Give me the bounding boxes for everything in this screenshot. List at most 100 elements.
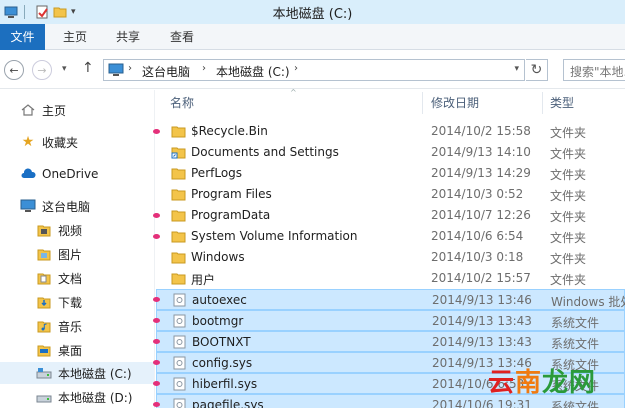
tab-share[interactable]: 共享 (116, 24, 140, 50)
column-header-name[interactable]: 名称 (170, 90, 194, 116)
file-date: 2014/9/13 13:43 (432, 314, 532, 328)
folder-icon (171, 126, 186, 138)
back-button[interactable]: ← (4, 60, 24, 80)
cloud-icon (20, 166, 36, 182)
nav-item-label: 文档 (58, 271, 83, 286)
annotation-marker (153, 213, 160, 218)
file-type: 系统文件 (551, 337, 600, 351)
table-row[interactable]: BOOTNXT 2014/9/13 13:43 系统文件 (156, 331, 625, 352)
nav-item-music[interactable]: 音乐 (0, 315, 154, 337)
nav-item-documents[interactable]: 文档 (0, 267, 154, 289)
file-date: 2014/10/6 19:31 (432, 398, 532, 408)
table-row[interactable]: Windows 2014/10/3 0:18 文件夹 (156, 247, 625, 268)
table-row[interactable]: Program Files 2014/10/3 0:52 文件夹 (156, 184, 625, 205)
downloads-folder-icon (36, 294, 52, 310)
nav-item-favorites[interactable]: ★ 收藏夹 (0, 131, 154, 153)
nav-item-pictures[interactable]: 图片 (0, 243, 154, 265)
table-row[interactable]: bootmgr 2014/9/13 13:43 系统文件 (156, 310, 625, 331)
nav-item-label: 收藏夹 (42, 135, 79, 150)
forward-button[interactable]: → (32, 60, 52, 80)
file-date: 2014/9/13 14:29 (431, 166, 531, 180)
breadcrumb-local-disk-c[interactable]: 本地磁盘 (C:) (216, 63, 290, 80)
nav-item-label: 桌面 (58, 343, 83, 358)
file-type: 文件夹 (550, 147, 587, 161)
folder-icon (171, 231, 186, 243)
file-name: autoexec (192, 293, 247, 307)
new-folder-icon[interactable] (53, 5, 67, 19)
nav-item-desktop[interactable]: 桌面 (0, 339, 154, 361)
table-row[interactable]: $Recycle.Bin 2014/10/2 15:58 文件夹 (156, 121, 625, 142)
ribbon-tabs: 文件 主页 共享 查看 (0, 24, 625, 50)
computer-icon[interactable] (4, 5, 18, 19)
title-bar: ▾ 本地磁盘 (C:) (0, 0, 625, 24)
file-name: bootmgr (192, 314, 244, 328)
annotation-marker (153, 234, 160, 239)
search-input[interactable]: 搜索"本地... (563, 59, 625, 81)
table-row[interactable]: PerfLogs 2014/9/13 14:29 文件夹 (156, 163, 625, 184)
table-row[interactable]: ProgramData 2014/10/7 12:26 文件夹 (156, 205, 625, 226)
column-divider[interactable] (542, 92, 543, 114)
file-type: 文件夹 (550, 210, 587, 224)
table-row[interactable]: autoexec 2014/9/13 13:46 Windows 批处 (156, 289, 625, 310)
breadcrumb-arrow-icon[interactable]: › (294, 63, 298, 74)
file-type: 系统文件 (551, 400, 600, 408)
navigation-pane: 主页 ★ 收藏夹 OneDrive 这台电脑 视频 图片 文档 下载 音乐 桌面… (0, 90, 155, 408)
file-name: Documents and Settings (191, 145, 339, 159)
file-name: pagefile.sys (192, 398, 264, 408)
customize-toolbar-icon[interactable]: ▾ (71, 7, 76, 17)
toolbar-divider (24, 5, 25, 19)
tab-home[interactable]: 主页 (63, 24, 87, 50)
folder-icon (171, 189, 186, 201)
column-header-type[interactable]: 类型 (550, 90, 574, 116)
watermark-part: 南 (515, 368, 543, 398)
table-row[interactable]: 用户 2014/10/2 15:57 文件夹 (156, 268, 625, 289)
watermark-part: 龙网 (542, 368, 597, 398)
table-row[interactable]: System Volume Information 2014/10/6 6:54 文… (156, 226, 625, 247)
computer-icon (20, 198, 36, 214)
nav-item-local-disk-c[interactable]: 本地磁盘 (C:) (0, 362, 154, 384)
nav-item-videos[interactable]: 视频 (0, 219, 154, 241)
file-type: 文件夹 (550, 273, 587, 287)
folder-icon (171, 210, 186, 222)
file-date: 2014/10/7 12:26 (431, 208, 531, 222)
refresh-button[interactable]: ↻ (526, 59, 548, 81)
address-dropdown-icon[interactable]: ▾ (514, 64, 519, 74)
nav-item-home[interactable]: 主页 (0, 99, 154, 121)
tab-file[interactable]: 文件 (0, 24, 45, 50)
back-arrow-icon: ← (9, 63, 19, 77)
refresh-icon: ↻ (530, 62, 543, 78)
column-header-date[interactable]: 修改日期 (431, 90, 479, 116)
recent-locations-dropdown[interactable]: ▾ (62, 64, 67, 74)
desktop-folder-icon (36, 342, 52, 358)
nav-item-downloads[interactable]: 下载 (0, 291, 154, 313)
properties-icon[interactable] (35, 5, 49, 19)
address-row: ← → ▾ ↑ › 这台电脑 › 本地磁盘 (C:) › ▾ ↻ 搜索"本地..… (0, 51, 625, 89)
column-divider[interactable] (422, 92, 423, 114)
tab-view[interactable]: 查看 (170, 24, 194, 50)
nav-item-local-disk-d[interactable]: 本地磁盘 (D:) (0, 386, 154, 408)
nav-item-this-pc[interactable]: 这台电脑 (0, 195, 154, 217)
address-bar[interactable]: › 这台电脑 › 本地磁盘 (C:) › ▾ (103, 59, 525, 81)
star-icon: ★ (21, 134, 35, 150)
nav-item-onedrive[interactable]: OneDrive (0, 163, 154, 185)
breadcrumb-arrow-icon[interactable]: › (202, 63, 206, 74)
video-folder-icon (36, 222, 52, 238)
file-date: 2014/9/13 14:10 (431, 145, 531, 159)
annotation-marker (153, 381, 160, 386)
computer-icon (108, 63, 124, 76)
file-name: $Recycle.Bin (191, 124, 268, 138)
file-name: PerfLogs (191, 166, 243, 180)
home-icon (20, 102, 36, 118)
nav-item-label: 音乐 (58, 319, 83, 334)
breadcrumb-this-pc[interactable]: 这台电脑 (142, 63, 190, 80)
file-type: 文件夹 (550, 126, 587, 140)
annotation-marker (153, 129, 160, 134)
breadcrumb-arrow-icon[interactable]: › (128, 63, 132, 74)
up-arrow-icon[interactable]: ↑ (82, 60, 94, 76)
system-file-icon (173, 398, 186, 408)
documents-folder-icon (36, 270, 52, 286)
folder-icon (171, 273, 186, 285)
table-row[interactable]: Documents and Settings 2014/9/13 14:10 文件夹 (156, 142, 625, 163)
watermark-part: 云 (488, 368, 516, 398)
system-file-icon (173, 335, 186, 349)
